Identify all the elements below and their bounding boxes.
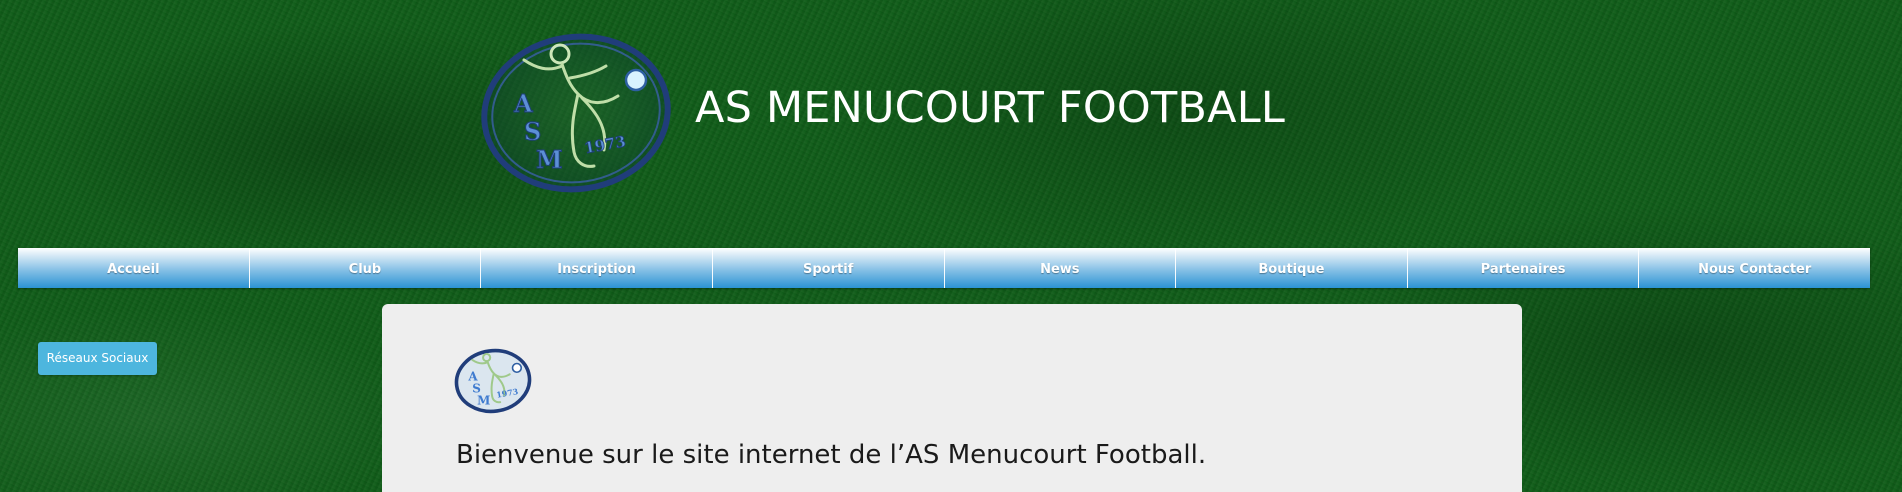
content-panel: A S M 1973 Bienvenue sur le site interne… <box>382 304 1522 492</box>
nav-item-partenaires[interactable]: Partenaires <box>1406 248 1639 288</box>
club-crest-svg: A S M 1973 <box>481 33 671 193</box>
svg-text:M: M <box>477 393 490 407</box>
club-crest-logo[interactable]: A S M 1973 <box>478 32 674 194</box>
nav-item-accueil[interactable]: Accueil <box>18 248 249 288</box>
main-navigation: Accueil Club Inscription Sportif News Bo… <box>18 248 1870 288</box>
content-crest-logo: A S M 1973 <box>454 348 532 414</box>
content-crest-svg: A S M 1973 <box>454 348 532 414</box>
svg-text:S: S <box>524 117 541 146</box>
svg-text:M: M <box>536 145 563 174</box>
nav-item-sportif[interactable]: Sportif <box>711 248 944 288</box>
site-title: AS MENUCOURT FOOTBALL <box>695 83 1286 133</box>
svg-text:A: A <box>513 89 533 118</box>
nav-item-news[interactable]: News <box>943 248 1176 288</box>
nav-item-nous-contacter[interactable]: Nous Contacter <box>1638 248 1870 288</box>
nav-item-club[interactable]: Club <box>248 248 481 288</box>
welcome-text: Bienvenue sur le site internet de l’AS M… <box>456 440 1207 470</box>
nav-item-inscription[interactable]: Inscription <box>480 248 712 288</box>
social-networks-button[interactable]: Réseaux Sociaux <box>38 342 157 375</box>
nav-item-boutique[interactable]: Boutique <box>1175 248 1407 288</box>
